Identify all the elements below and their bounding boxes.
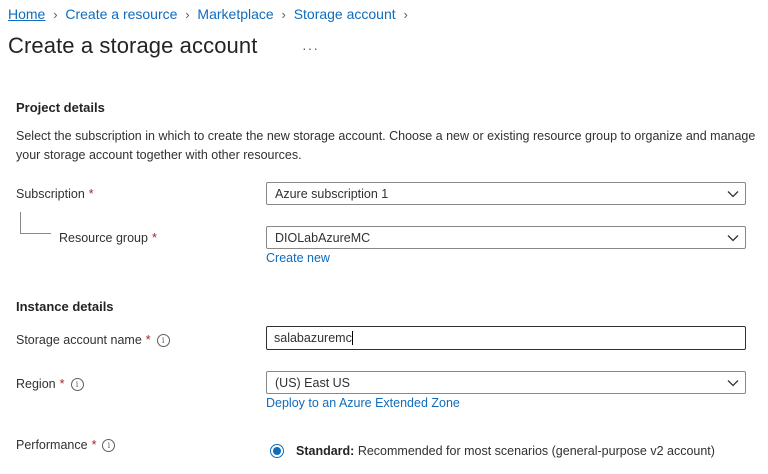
chevron-down-icon <box>721 379 745 387</box>
create-new-link[interactable]: Create new <box>266 251 330 265</box>
subscription-dropdown[interactable]: Azure subscription 1 <box>266 182 746 205</box>
breadcrumb: Home › Create a resource › Marketplace ›… <box>8 6 416 22</box>
tree-connector-horizontal <box>20 233 51 234</box>
project-details-description: Select the subscription in which to crea… <box>16 129 756 162</box>
text-cursor <box>351 331 353 345</box>
info-icon[interactable]: i <box>156 333 170 347</box>
region-value: (US) East US <box>275 375 351 390</box>
more-options-button[interactable]: ··· <box>302 40 319 56</box>
breadcrumb-storage-account[interactable]: Storage account <box>294 6 396 22</box>
storage-account-name-value: salabazuremc <box>274 331 352 345</box>
region-label: Region * i <box>16 377 84 391</box>
deploy-extended-zone-link[interactable]: Deploy to an Azure Extended Zone <box>266 396 460 410</box>
storage-account-name-label: Storage account name * i <box>16 333 170 347</box>
resource-group-label: Resource group * <box>59 231 157 245</box>
chevron-right-icon: › <box>281 6 286 22</box>
required-marker: * <box>59 377 65 391</box>
resource-group-value: DIOLabAzureMC <box>275 230 371 245</box>
storage-account-name-label-text: Storage account name <box>16 333 142 347</box>
project-details-heading: Project details <box>16 100 105 115</box>
performance-label: Performance * i <box>16 438 116 452</box>
breadcrumb-marketplace[interactable]: Marketplace <box>197 6 273 22</box>
instance-details-heading: Instance details <box>16 299 114 314</box>
subscription-label-text: Subscription <box>16 187 85 201</box>
chevron-right-icon: › <box>185 6 190 22</box>
region-dropdown[interactable]: (US) East US <box>266 371 746 394</box>
page-title: Create a storage account <box>8 33 258 58</box>
breadcrumb-home[interactable]: Home <box>8 6 45 22</box>
resource-group-dropdown[interactable]: DIOLabAzureMC <box>266 226 746 249</box>
info-icon[interactable]: i <box>70 377 84 391</box>
performance-standard-option[interactable]: Standard: Recommended for most scenarios… <box>270 444 715 458</box>
chevron-down-icon <box>721 190 745 198</box>
storage-account-name-input[interactable]: salabazuremc <box>266 326 746 350</box>
required-marker: * <box>91 438 97 452</box>
performance-standard-desc: Recommended for most scenarios (general-… <box>354 444 715 458</box>
performance-standard-bold: Standard: <box>296 444 355 458</box>
performance-label-text: Performance <box>16 438 88 452</box>
chevron-right-icon: › <box>53 6 58 22</box>
radio-selected-icon[interactable] <box>270 444 284 458</box>
required-marker: * <box>145 333 151 347</box>
subscription-value: Azure subscription 1 <box>275 186 389 201</box>
chevron-right-icon: › <box>403 6 408 22</box>
required-marker: * <box>151 231 157 245</box>
info-icon[interactable]: i <box>102 438 116 452</box>
breadcrumb-create-resource[interactable]: Create a resource <box>65 6 177 22</box>
resource-group-label-text: Resource group <box>59 231 148 245</box>
chevron-down-icon <box>721 234 745 242</box>
tree-connector-vertical <box>20 212 21 233</box>
region-label-text: Region <box>16 377 56 391</box>
required-marker: * <box>88 187 94 201</box>
performance-standard-label: Standard: Recommended for most scenarios… <box>296 444 715 458</box>
subscription-label: Subscription * <box>16 187 94 201</box>
